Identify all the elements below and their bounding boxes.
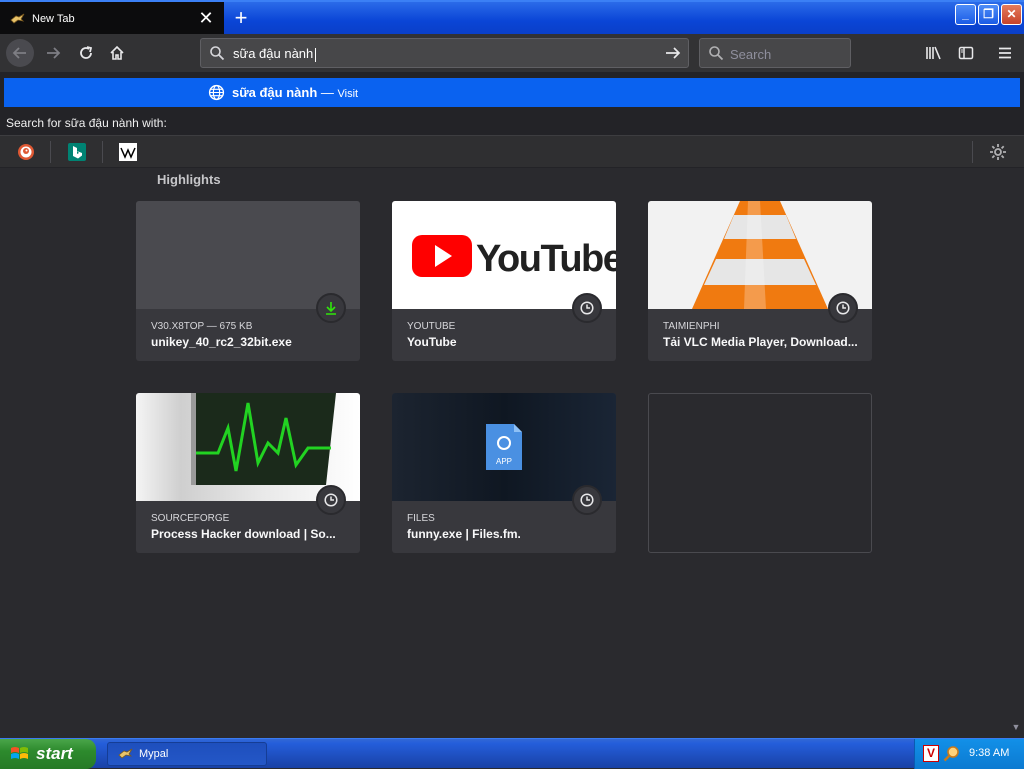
system-tray: V 9:38 AM: [914, 739, 1024, 769]
empty-highlight-slot: [648, 393, 872, 553]
menu-button[interactable]: [993, 41, 1017, 65]
clock-icon: [580, 301, 594, 315]
card-context: youtube: [407, 321, 456, 332]
url-bar[interactable]: sữa đậu nành: [200, 38, 689, 68]
history-badge: [316, 485, 346, 515]
wikipedia-icon[interactable]: [119, 143, 137, 161]
tab-close-icon[interactable]: ✕: [196, 9, 216, 29]
search-icon: [709, 46, 724, 61]
forward-button[interactable]: [41, 41, 65, 65]
card-title: unikey_40_rc2_32bit.exe: [151, 335, 292, 349]
autocomplete-popup: sữa đậu nành — Visit Search for sữa đậu …: [0, 72, 1024, 168]
taskbar-item-mypal[interactable]: Mypal: [107, 742, 267, 766]
download-icon: [326, 302, 336, 315]
arrow-right-icon: [47, 47, 61, 59]
engine-divider: [50, 141, 51, 163]
history-badge: [828, 293, 858, 323]
maximize-button[interactable]: ❐: [978, 4, 999, 25]
history-badge: [572, 485, 602, 515]
highlights-heading: Highlights: [157, 172, 221, 187]
clock-icon: [324, 493, 338, 507]
reload-icon: [80, 46, 93, 59]
card-title: funny.exe | Files.fm.: [407, 527, 521, 541]
back-button[interactable]: [6, 39, 34, 67]
engine-divider: [102, 141, 103, 163]
search-icon: [210, 46, 225, 61]
go-arrow-icon[interactable]: [664, 45, 682, 61]
taskbar-item-label: Mypal: [139, 748, 169, 760]
sidebar-icon: [958, 46, 974, 60]
highlight-card-files[interactable]: APP files funny.exe | Files.fm.: [392, 393, 616, 553]
suggestion-text: sữa đậu nành — Visit: [232, 85, 359, 100]
start-button[interactable]: start: [0, 739, 96, 769]
search-with-label: Search for sữa đậu nành with:: [6, 116, 167, 130]
svg-text:APP: APP: [496, 457, 512, 466]
card-context: files: [407, 513, 435, 524]
new-tab-button[interactable]: +: [229, 7, 253, 31]
reload-button[interactable]: [74, 41, 98, 65]
antivirus-tray-icon[interactable]: V: [923, 745, 939, 762]
library-icon: [926, 46, 941, 60]
highlight-card-vlc[interactable]: taimienphi Tải VLC Media Player, Downloa…: [648, 201, 872, 361]
mypal-app-icon: [118, 748, 133, 759]
card-context: sourceforge: [151, 513, 230, 524]
close-window-button[interactable]: ✕: [1001, 4, 1022, 25]
magnifier-tray-icon[interactable]: [943, 745, 961, 763]
home-icon: [110, 45, 124, 60]
highlight-card-process-hacker[interactable]: sourceforge Process Hacker download | So…: [136, 393, 360, 553]
svg-text:YouTube: YouTube: [476, 238, 616, 280]
hamburger-menu-icon: [999, 47, 1011, 59]
card-title: Process Hacker download | So...: [151, 527, 336, 541]
url-input[interactable]: sữa đậu nành: [233, 46, 317, 62]
arrow-left-icon: [12, 47, 26, 59]
card-context: v30.x8top — 675 KB: [151, 321, 253, 332]
history-badge: [572, 293, 602, 323]
clock: 9:38 AM: [969, 747, 1010, 759]
text-caret: [315, 47, 317, 62]
minimize-button[interactable]: _: [955, 4, 976, 25]
suggestion-action: Visit: [337, 88, 359, 100]
gear-icon[interactable]: [989, 143, 1007, 161]
tab-new-tab[interactable]: New Tab ✕: [0, 2, 224, 36]
tab-title: New Tab: [32, 13, 75, 25]
sidebar-button[interactable]: [954, 41, 978, 65]
home-button[interactable]: [105, 41, 129, 65]
highlight-card-unikey[interactable]: v30.x8top — 675 KB unikey_40_rc2_32bit.e…: [136, 201, 360, 361]
page-scrollbar[interactable]: [1008, 168, 1024, 738]
start-label: start: [36, 744, 73, 763]
download-badge: [316, 293, 346, 323]
bing-icon[interactable]: [68, 143, 86, 161]
suggestion-row[interactable]: sữa đậu nành — Visit: [4, 78, 1020, 107]
navigation-toolbar: sữa đậu nành: [0, 34, 1024, 72]
card-title: YouTube: [407, 335, 457, 349]
search-bar[interactable]: [699, 38, 851, 68]
highlight-card-youtube[interactable]: YouTube youtube YouTube: [392, 201, 616, 361]
taskbar: start Mypal V 9:38 AM: [0, 738, 1024, 769]
card-context: taimienphi: [663, 321, 720, 332]
scroll-down-arrow-icon[interactable]: ▼: [1009, 722, 1023, 736]
search-input[interactable]: [728, 45, 846, 63]
globe-icon: [208, 84, 225, 101]
clock-icon: [580, 493, 594, 507]
engine-divider: [972, 141, 973, 163]
library-button[interactable]: [922, 41, 946, 65]
windows-flag-icon: [11, 747, 28, 759]
card-title: Tải VLC Media Player, Download...: [663, 335, 858, 349]
one-off-search-engines: [0, 135, 1024, 167]
clock-icon: [836, 301, 850, 315]
duckduckgo-icon[interactable]: [17, 143, 35, 161]
mypal-favicon-icon: [10, 13, 25, 24]
title-bar: New Tab ✕ + _ ❐ ✕: [0, 0, 1024, 36]
